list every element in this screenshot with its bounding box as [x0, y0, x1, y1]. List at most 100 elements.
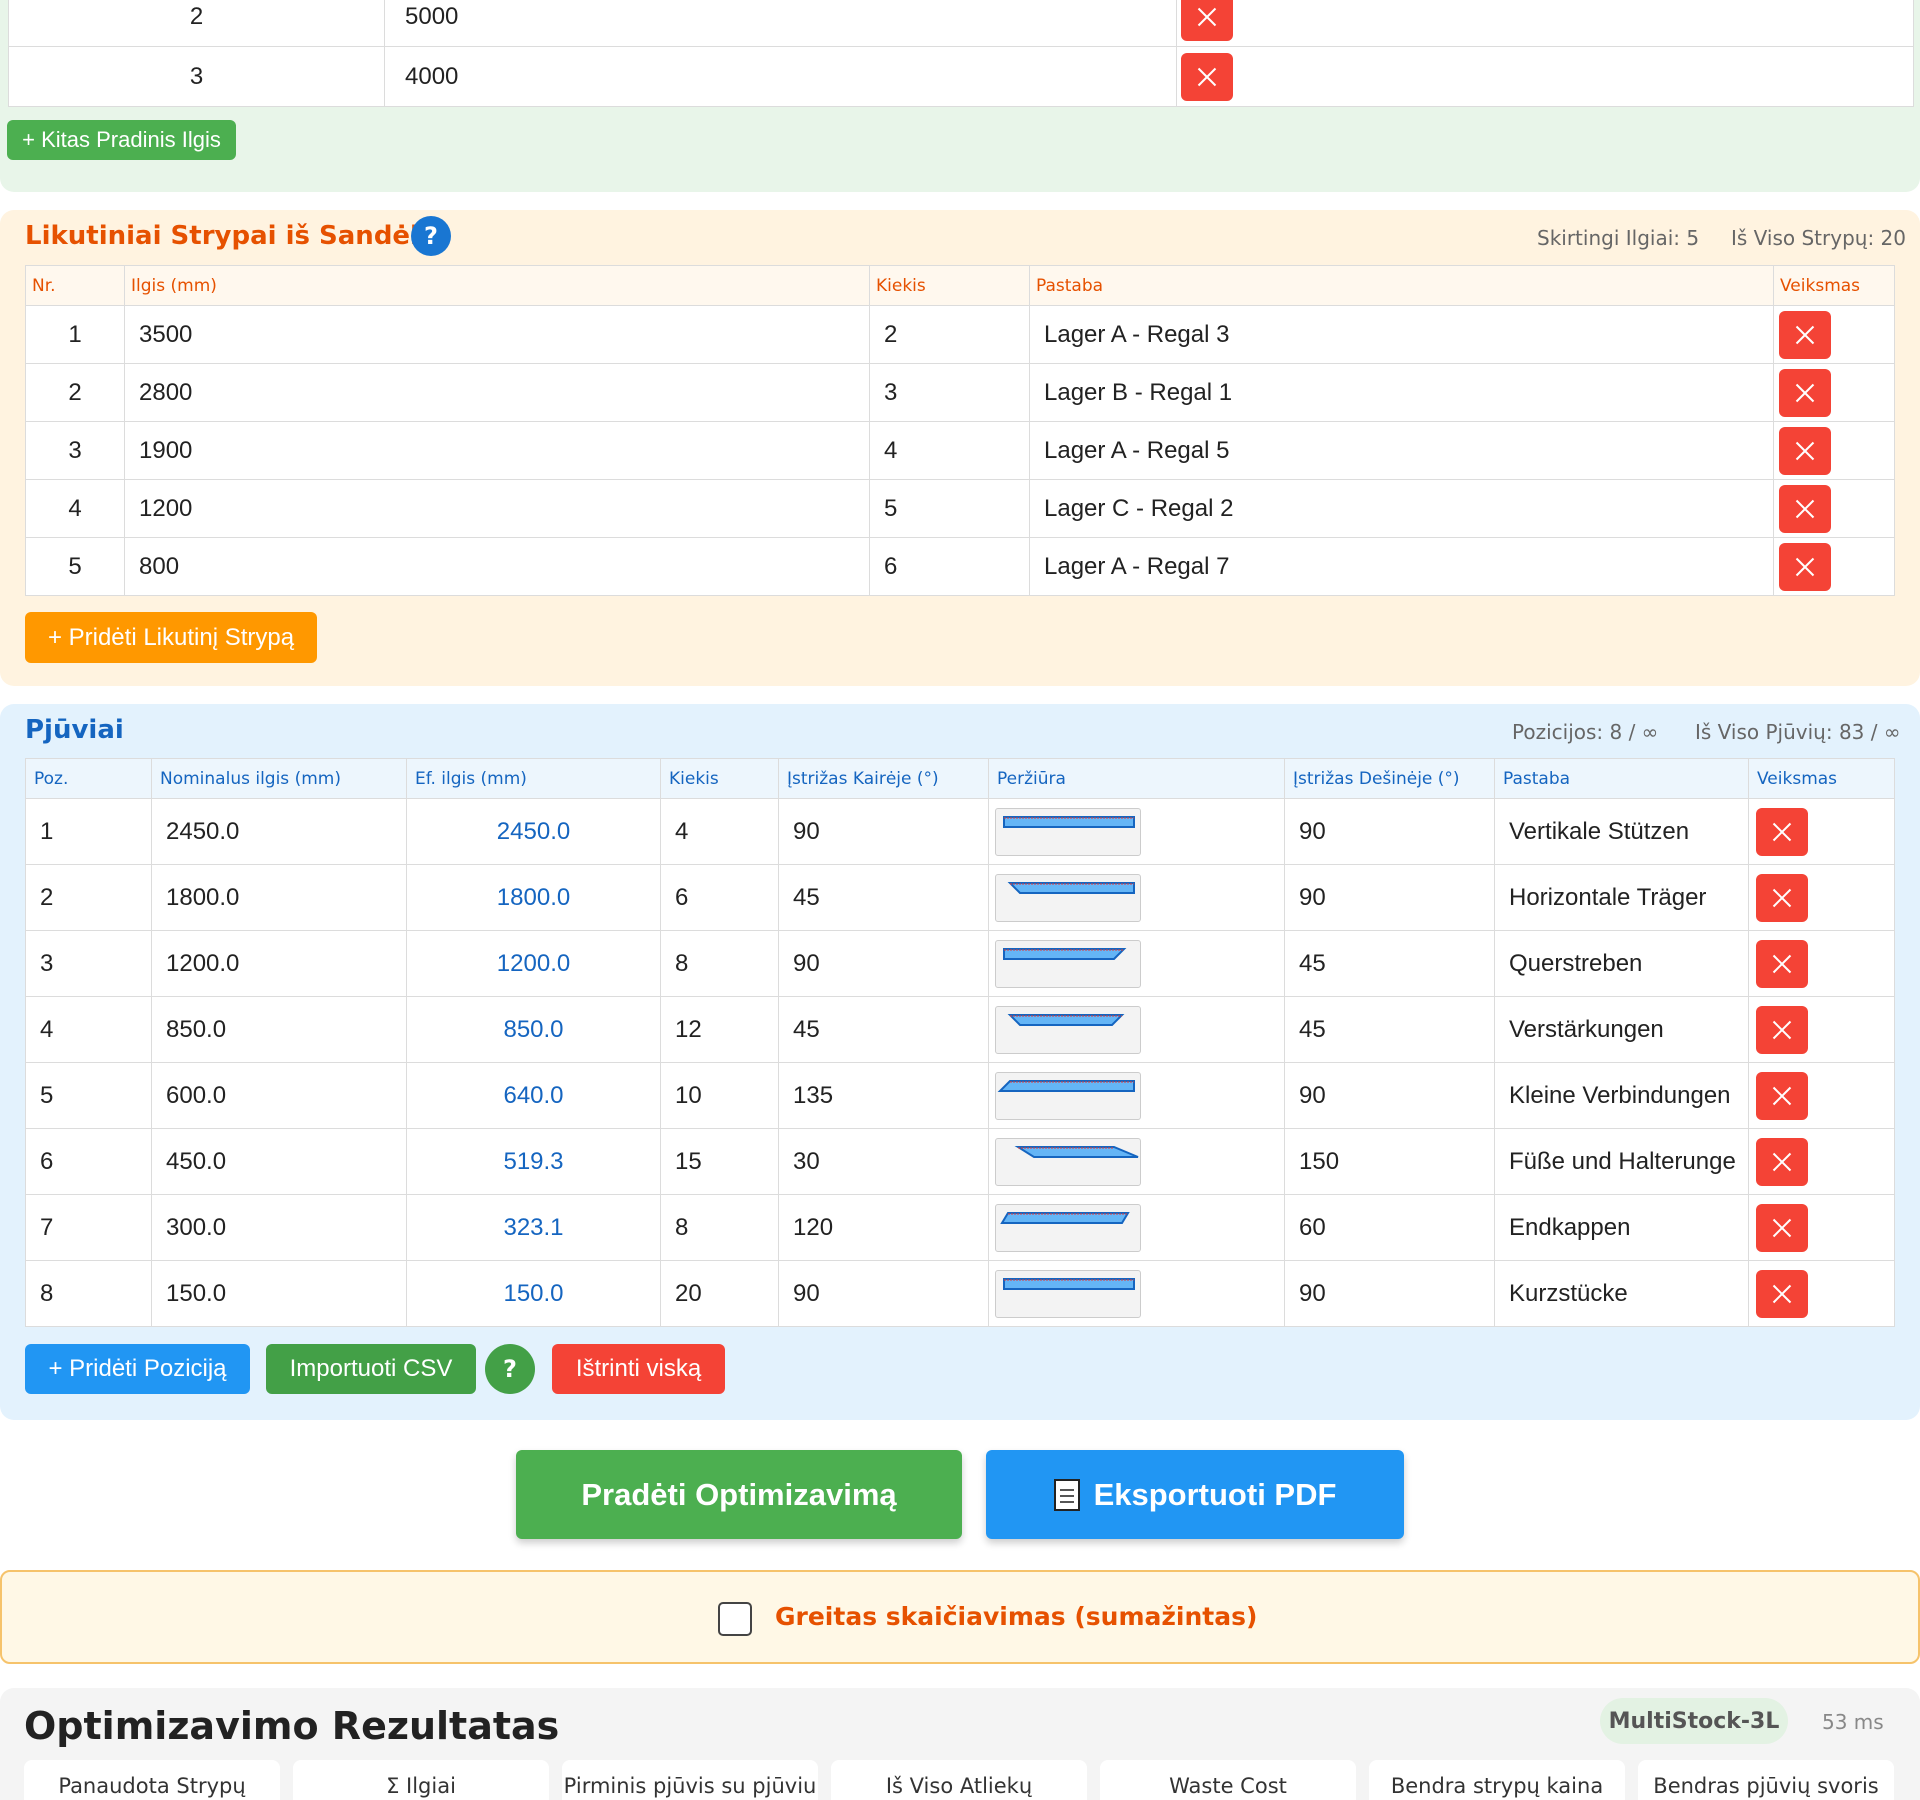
stock-qty-input[interactable]: 3 [869, 363, 1030, 422]
cut-nominal-input[interactable]: 1800.0 [151, 864, 407, 931]
delete-button[interactable] [1779, 426, 1831, 475]
delete-button[interactable] [1756, 1071, 1808, 1120]
cut-nominal-input[interactable]: 450.0 [151, 1128, 407, 1195]
primary-length-input[interactable]: 4000 [384, 46, 1177, 107]
stock-qty-input[interactable]: 5 [869, 479, 1030, 538]
cut-qty-input[interactable]: 6 [660, 864, 779, 931]
cut-left-angle-input[interactable]: 120 [778, 1194, 989, 1261]
stock-note-input[interactable]: Lager C - Regal 2 [1029, 479, 1774, 538]
stock-note-input[interactable]: Lager A - Regal 7 [1029, 537, 1774, 596]
delete-button[interactable] [1779, 542, 1831, 591]
table-row: 6 450.0 519.3 15 30 150 Füße und Halteru… [25, 1128, 1895, 1195]
stock-length-input[interactable]: 1200 [124, 479, 870, 538]
cuts-help-button[interactable]: ? [485, 1344, 535, 1394]
stock-note-input[interactable]: Lager A - Regal 3 [1029, 305, 1774, 364]
cut-preview [995, 807, 1141, 856]
cut-left-angle-input[interactable]: 135 [778, 1062, 989, 1129]
quick-calc-checkbox[interactable] [718, 1602, 752, 1636]
cut-left-angle-input[interactable]: 90 [778, 1260, 989, 1327]
delete-button[interactable] [1779, 368, 1831, 417]
cut-nominal-input[interactable]: 300.0 [151, 1194, 407, 1261]
delete-button[interactable] [1756, 939, 1808, 988]
cut-effective-length: 850.0 [406, 996, 661, 1063]
stock-length-input[interactable]: 2800 [124, 363, 870, 422]
export-pdf-button[interactable]: Eksportuoti PDF [986, 1450, 1404, 1539]
stock-note-input[interactable]: Lager B - Regal 1 [1029, 363, 1774, 422]
cut-left-angle-input[interactable]: 45 [778, 996, 989, 1063]
delete-button[interactable] [1779, 484, 1831, 533]
cut-right-angle-input[interactable]: 150 [1284, 1128, 1495, 1195]
stock-length-input[interactable]: 800 [124, 537, 870, 596]
cut-preview [995, 873, 1141, 922]
delete-button[interactable] [1779, 310, 1831, 359]
clear-all-button[interactable]: Ištrinti viską [552, 1344, 725, 1394]
col-header: Pastaba [1494, 758, 1749, 799]
table-row: 2 2800 3 Lager B - Regal 1 [25, 363, 1895, 422]
cut-note-input[interactable]: Verstärkungen [1494, 996, 1749, 1063]
stock-note-input[interactable]: Lager A - Regal 5 [1029, 421, 1774, 480]
start-optimization-button[interactable]: Pradėti Optimizavimą [516, 1450, 962, 1539]
quick-calc-label[interactable]: Greitas skaičiavimas (sumažintas) [775, 1602, 1257, 1631]
import-csv-button[interactable]: Importuoti CSV [266, 1344, 476, 1394]
delete-button[interactable] [1756, 1203, 1808, 1252]
stock-qty-input[interactable]: 4 [869, 421, 1030, 480]
stock-length-input[interactable]: 1900 [124, 421, 870, 480]
cut-right-angle-input[interactable]: 60 [1284, 1194, 1495, 1261]
cut-right-angle-input[interactable]: 45 [1284, 930, 1495, 997]
cut-note-input[interactable]: Endkappen [1494, 1194, 1749, 1261]
cut-note-input[interactable]: Querstreben [1494, 930, 1749, 997]
cut-nominal-input[interactable]: 150.0 [151, 1260, 407, 1327]
cut-qty-input[interactable]: 8 [660, 1194, 779, 1261]
cut-note-input[interactable]: Füße und Halterunge [1494, 1128, 1749, 1195]
cut-nominal-input[interactable]: 850.0 [151, 996, 407, 1063]
cut-qty-input[interactable]: 8 [660, 930, 779, 997]
stock-length-input[interactable]: 3500 [124, 305, 870, 364]
delete-button[interactable] [1181, 0, 1233, 41]
cut-position: 2 [25, 864, 152, 931]
delete-button[interactable] [1756, 1137, 1808, 1186]
cut-position: 1 [25, 798, 152, 865]
primary-length-input[interactable]: 5000 [384, 0, 1177, 47]
cut-qty-input[interactable]: 4 [660, 798, 779, 865]
cut-nominal-input[interactable]: 1200.0 [151, 930, 407, 997]
cut-left-angle-input[interactable]: 90 [778, 798, 989, 865]
delete-button[interactable] [1756, 873, 1808, 922]
cut-left-angle-input[interactable]: 30 [778, 1128, 989, 1195]
cut-right-angle-input[interactable]: 90 [1284, 1062, 1495, 1129]
delete-button[interactable] [1756, 1269, 1808, 1318]
cut-qty-input[interactable]: 12 [660, 996, 779, 1063]
stock-qty-input[interactable]: 2 [869, 305, 1030, 364]
cut-right-angle-input[interactable]: 45 [1284, 996, 1495, 1063]
table-header: Nr. Ilgis (mm) Kiekis Pastaba Veiksmas [25, 265, 1895, 306]
cut-nominal-input[interactable]: 2450.0 [151, 798, 407, 865]
cut-right-angle-input[interactable]: 90 [1284, 1260, 1495, 1327]
add-primary-length-button[interactable]: + Kitas Pradinis Ilgis [7, 120, 236, 160]
delete-button[interactable] [1756, 1005, 1808, 1054]
primary-nr: 3 [8, 46, 385, 107]
cut-qty-input[interactable]: 15 [660, 1128, 779, 1195]
delete-button[interactable] [1756, 807, 1808, 856]
cut-qty-input[interactable]: 10 [660, 1062, 779, 1129]
cut-qty-input[interactable]: 20 [660, 1260, 779, 1327]
cut-left-angle-input[interactable]: 90 [778, 930, 989, 997]
cut-nominal-input[interactable]: 600.0 [151, 1062, 407, 1129]
algorithm-badge: MultiStock-3L [1600, 1698, 1788, 1744]
col-header: Ilgis (mm) [124, 265, 870, 306]
col-header: Veiksmas [1773, 265, 1895, 306]
stock-qty-input[interactable]: 6 [869, 537, 1030, 596]
cut-right-angle-input[interactable]: 90 [1284, 798, 1495, 865]
cut-note-input[interactable]: Vertikale Stützen [1494, 798, 1749, 865]
table-row: 1 3500 2 Lager A - Regal 3 [25, 305, 1895, 364]
cut-note-input[interactable]: Kurzstücke [1494, 1260, 1749, 1327]
add-position-button[interactable]: + Pridėti Poziciją [25, 1344, 250, 1394]
table-row: 3 1200.0 1200.0 8 90 45 Querstreben [25, 930, 1895, 997]
add-stock-bar-button[interactable]: + Pridėti Likutinį Strypą [25, 612, 317, 663]
delete-button[interactable] [1181, 52, 1233, 101]
cut-note-input[interactable]: Kleine Verbindungen [1494, 1062, 1749, 1129]
cut-note-input[interactable]: Horizontale Träger [1494, 864, 1749, 931]
stock-help-button[interactable]: ? [411, 216, 451, 256]
cut-position: 6 [25, 1128, 152, 1195]
col-header: Nominalus ilgis (mm) [151, 758, 407, 799]
cut-right-angle-input[interactable]: 90 [1284, 864, 1495, 931]
cut-left-angle-input[interactable]: 45 [778, 864, 989, 931]
